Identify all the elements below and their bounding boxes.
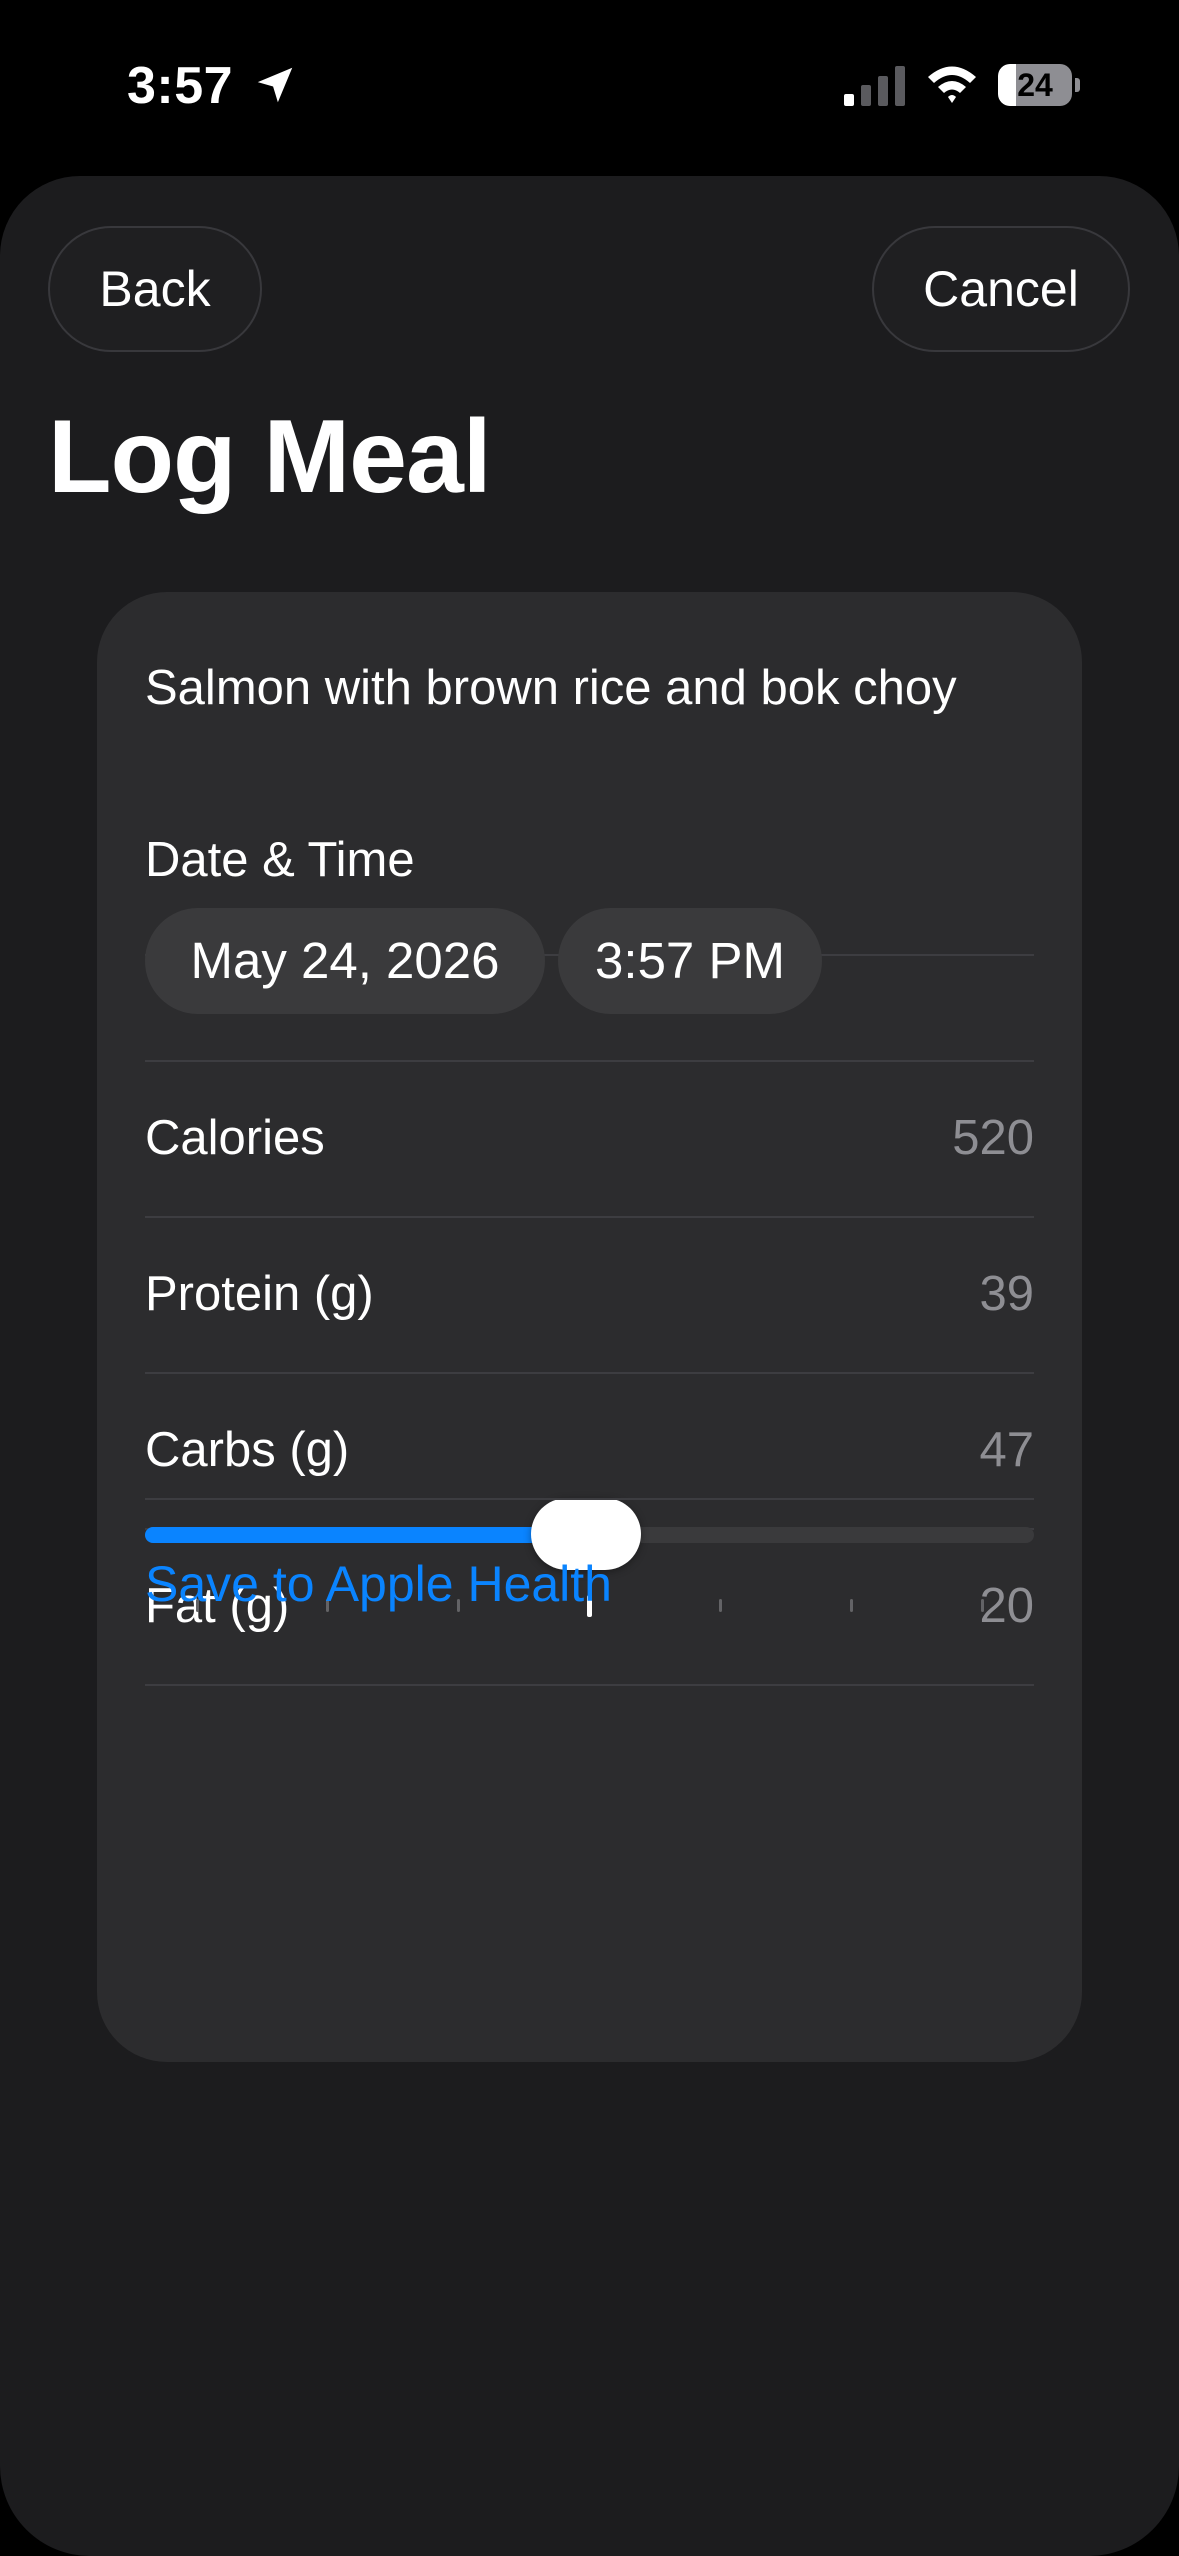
divider <box>145 1498 1034 1500</box>
location-arrow-icon <box>257 67 293 103</box>
divider <box>145 1060 1034 1062</box>
date-picker-button[interactable]: May 24, 2026 <box>145 908 545 1014</box>
save-to-apple-health-button[interactable]: Save to Apple Health <box>145 1555 612 1613</box>
divider <box>145 1372 1034 1374</box>
calories-label: Calories <box>145 1111 325 1165</box>
battery-icon: 24 <box>998 64 1080 106</box>
meal-form-card: Salmon with brown rice and bok choy Date… <box>97 592 1082 2062</box>
datetime-label: Date & Time <box>145 833 415 887</box>
calories-value[interactable]: 520 <box>952 1110 1034 1166</box>
slider-tick <box>849 1599 853 1612</box>
battery-body: 24 <box>998 64 1072 106</box>
cancel-button[interactable]: Cancel <box>872 226 1130 352</box>
meal-name-field[interactable]: Salmon with brown rice and bok choy <box>145 660 957 716</box>
status-time: 3:57 <box>127 57 234 115</box>
battery-cap <box>1075 78 1080 92</box>
divider <box>145 1216 1034 1218</box>
slider-tick <box>718 1599 722 1612</box>
protein-label: Protein (g) <box>145 1267 374 1321</box>
page-title: Log Meal <box>48 399 492 515</box>
carbs-label: Carbs (g) <box>145 1423 350 1477</box>
slider-tick <box>980 1599 984 1612</box>
cellular-signal-icon <box>844 66 905 106</box>
battery-level: 24 <box>1017 67 1053 103</box>
portion-slider-fill <box>145 1527 586 1543</box>
fat-value[interactable]: 20 <box>979 1578 1034 1634</box>
back-button[interactable]: Back <box>48 226 262 352</box>
status-bar: 3:57 24 <box>0 0 1179 175</box>
protein-value[interactable]: 39 <box>979 1266 1034 1322</box>
carbs-value[interactable]: 47 <box>979 1422 1034 1478</box>
time-picker-button[interactable]: 3:57 PM <box>558 908 822 1014</box>
divider <box>145 1684 1034 1686</box>
wifi-icon <box>928 66 976 103</box>
log-meal-sheet: Back Cancel Log Meal Salmon with brown r… <box>0 176 1179 2556</box>
